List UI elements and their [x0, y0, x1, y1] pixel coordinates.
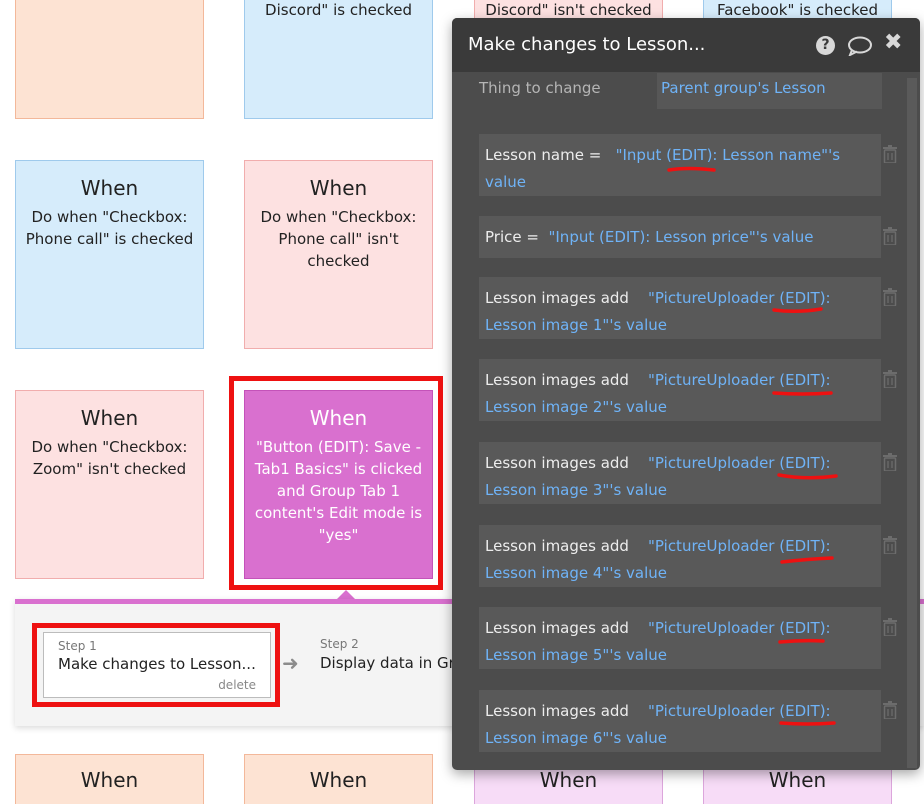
help-icon[interactable]: ?	[816, 36, 835, 55]
trash-icon[interactable]	[882, 288, 898, 306]
field-key: Lesson images add	[485, 619, 629, 637]
trash-icon[interactable]	[882, 701, 898, 719]
trash-icon[interactable]	[882, 453, 898, 471]
event-title: When	[309, 768, 368, 792]
annotation-underline	[667, 166, 716, 172]
annotation-underline	[779, 721, 836, 726]
event-title: When	[80, 768, 139, 792]
field-key: Lesson images add	[485, 537, 629, 555]
event-title: When	[539, 768, 598, 792]
trash-icon[interactable]	[882, 370, 898, 388]
step-label: Step 2	[320, 637, 359, 651]
event-card[interactable]: When Do when "Checkbox: Zoom" isn't chec…	[15, 390, 204, 579]
comment-icon[interactable]	[847, 36, 873, 60]
event-description: Do when "Checkbox: Zoom" isn't checked	[31, 438, 188, 478]
event-card[interactable]: When Do when "Checkbox: Phone call" isn'…	[244, 160, 433, 349]
annotation-underline	[780, 556, 834, 564]
highlight-box	[229, 376, 443, 590]
trash-icon[interactable]	[882, 145, 898, 163]
trash-icon[interactable]	[882, 618, 898, 636]
field-key: Lesson images add	[485, 371, 629, 389]
event-title: When	[80, 176, 139, 200]
close-icon[interactable]: ✖	[884, 32, 902, 54]
event-description: Discord" is checked	[265, 1, 412, 19]
field-key: Lesson name =	[485, 146, 602, 164]
thing-to-change-value[interactable]: Parent group's Lesson	[657, 73, 882, 109]
property-editor-panel: Make changes to Lesson... ? ✖ Thing to c…	[452, 18, 920, 770]
annotation-underline	[772, 307, 823, 314]
scrollbar[interactable]	[907, 78, 917, 768]
trash-icon[interactable]	[882, 536, 898, 554]
event-title: When	[309, 176, 368, 200]
event-card[interactable]: When Do when "Checkbox: Phone call" is c…	[15, 160, 204, 349]
annotation-underline	[777, 473, 838, 480]
event-title: When	[80, 406, 139, 430]
event-title: When	[768, 768, 827, 792]
annotation-underline	[772, 391, 833, 396]
field-key: Lesson images add	[485, 454, 629, 472]
event-description: Do when "Checkbox: Phone call" isn't che…	[260, 208, 417, 270]
field-value[interactable]: "Input (EDIT): Lesson price"'s value	[548, 228, 813, 246]
field-key: Lesson images add	[485, 702, 629, 720]
event-card[interactable]: When	[15, 754, 204, 804]
field-key: Price =	[485, 228, 539, 246]
field-row[interactable]: Price = "Input (EDIT): Lesson price"'s v…	[479, 216, 881, 258]
arrow-right-icon: ➜	[282, 651, 299, 675]
workflow-step-2[interactable]: Display data in Gr	[320, 654, 455, 672]
thing-to-change-label: Thing to change	[479, 79, 601, 97]
highlight-box	[32, 623, 280, 707]
trash-icon[interactable]	[882, 227, 898, 245]
event-card[interactable]	[15, 0, 204, 119]
panel-title: Make changes to Lesson...	[468, 34, 706, 55]
event-card[interactable]: Discord" is checked	[244, 0, 433, 119]
event-description: Do when "Checkbox: Phone call" is checke…	[25, 208, 194, 248]
panel-header: Make changes to Lesson... ? ✖	[452, 18, 920, 72]
annotation-underline	[778, 638, 825, 644]
event-card[interactable]: When	[244, 754, 433, 804]
field-key: Lesson images add	[485, 289, 629, 307]
